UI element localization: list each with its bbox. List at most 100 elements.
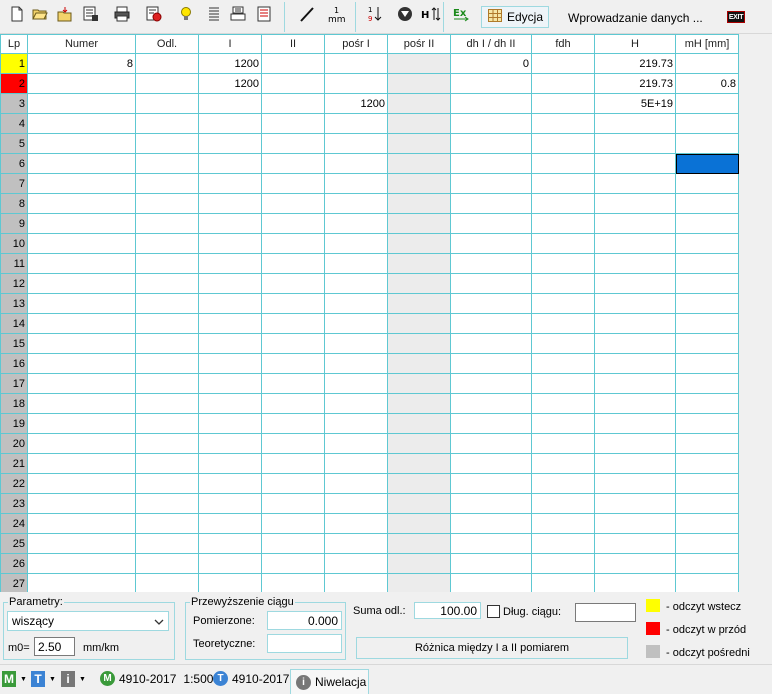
cell-dh[interactable]: [450, 373, 532, 394]
cell-odl[interactable]: [135, 153, 199, 174]
cell-posr1[interactable]: [324, 533, 388, 554]
map-m-item[interactable]: M 4910-2017 1:500: [100, 671, 213, 686]
open-folder-icon[interactable]: [31, 5, 49, 23]
cell-fdh[interactable]: [531, 433, 595, 454]
cell-numer[interactable]: [27, 533, 136, 554]
cell-numer[interactable]: [27, 293, 136, 314]
cell-fdh[interactable]: [531, 553, 595, 574]
row-number-cell[interactable]: 6: [0, 153, 28, 174]
cell-i[interactable]: [198, 493, 262, 514]
export-red-icon[interactable]: [145, 5, 163, 23]
cell-i[interactable]: 1200: [198, 53, 262, 74]
cell-posr1[interactable]: [324, 293, 388, 314]
cell-ii[interactable]: [261, 93, 325, 114]
cell-posr2[interactable]: [387, 333, 451, 354]
cell-ii[interactable]: [261, 253, 325, 274]
cell-h[interactable]: 219.73: [594, 73, 676, 94]
cell-posr1[interactable]: [324, 353, 388, 374]
cell-posr2[interactable]: [387, 253, 451, 274]
cell-numer[interactable]: [27, 73, 136, 94]
cell-fdh[interactable]: [531, 353, 595, 374]
cell-h[interactable]: [594, 453, 676, 474]
cell-i[interactable]: [198, 473, 262, 494]
cell-fdh[interactable]: [531, 333, 595, 354]
row-number-cell[interactable]: 13: [0, 293, 28, 314]
cell-posr2[interactable]: [387, 193, 451, 214]
cell-h[interactable]: [594, 313, 676, 334]
cell-h[interactable]: [594, 573, 676, 592]
import-folder-icon[interactable]: [56, 5, 74, 23]
cell-numer[interactable]: [27, 133, 136, 154]
cell-odl[interactable]: [135, 53, 199, 74]
cell-odl[interactable]: [135, 93, 199, 114]
print-icon[interactable]: [113, 5, 131, 23]
cell-numer[interactable]: [27, 433, 136, 454]
cell-posr2[interactable]: [387, 393, 451, 414]
cell-h[interactable]: [594, 293, 676, 314]
cell-posr2[interactable]: [387, 133, 451, 154]
cell-posr1[interactable]: [324, 193, 388, 214]
cell-mh[interactable]: [675, 333, 739, 354]
row-number-cell[interactable]: 20: [0, 433, 28, 454]
cell-mh[interactable]: [675, 93, 739, 114]
cell-fdh[interactable]: [531, 273, 595, 294]
cell-posr2[interactable]: [387, 353, 451, 374]
cell-numer[interactable]: [27, 493, 136, 514]
cell-posr2[interactable]: [387, 273, 451, 294]
cell-posr1[interactable]: [324, 53, 388, 74]
dlug-ciagu-input[interactable]: [575, 603, 636, 622]
column-header[interactable]: Odl.: [135, 34, 199, 54]
exit-button[interactable]: EXIT: [727, 11, 745, 23]
cell-numer[interactable]: [27, 553, 136, 574]
cell-numer[interactable]: [27, 273, 136, 294]
cell-ii[interactable]: [261, 373, 325, 394]
cell-odl[interactable]: [135, 173, 199, 194]
cell-mh[interactable]: [675, 493, 739, 514]
cell-mh[interactable]: [675, 273, 739, 294]
cell-i[interactable]: [198, 193, 262, 214]
cell-odl[interactable]: [135, 273, 199, 294]
cell-i[interactable]: [198, 513, 262, 534]
cell-ii[interactable]: [261, 553, 325, 574]
print-preview-icon[interactable]: [229, 5, 247, 23]
row-number-cell[interactable]: 18: [0, 393, 28, 414]
cell-h[interactable]: [594, 173, 676, 194]
cell-ii[interactable]: [261, 413, 325, 434]
cell-posr1[interactable]: [324, 113, 388, 134]
cell-mh[interactable]: [675, 433, 739, 454]
cell-posr2[interactable]: [387, 73, 451, 94]
cell-ii[interactable]: [261, 233, 325, 254]
cell-mh[interactable]: [675, 313, 739, 334]
cell-i[interactable]: [198, 573, 262, 592]
cell-dh[interactable]: [450, 473, 532, 494]
cell-dh[interactable]: [450, 193, 532, 214]
column-header[interactable]: fdh: [531, 34, 595, 54]
cell-posr1[interactable]: [324, 433, 388, 454]
cell-odl[interactable]: [135, 353, 199, 374]
row-number-cell[interactable]: 27: [0, 573, 28, 592]
cell-dh[interactable]: 0: [450, 53, 532, 74]
cell-h[interactable]: [594, 253, 676, 274]
cell-odl[interactable]: [135, 333, 199, 354]
cell-mh[interactable]: [675, 553, 739, 574]
row-number-cell[interactable]: 14: [0, 313, 28, 334]
cell-fdh[interactable]: [531, 293, 595, 314]
cell-odl[interactable]: [135, 113, 199, 134]
cell-ii[interactable]: [261, 353, 325, 374]
cell-numer[interactable]: [27, 393, 136, 414]
cell-ii[interactable]: [261, 533, 325, 554]
roznica-button[interactable]: Różnica między I a II pomiarem: [356, 637, 628, 659]
cell-fdh[interactable]: [531, 533, 595, 554]
row-number-cell[interactable]: 22: [0, 473, 28, 494]
cell-numer[interactable]: [27, 93, 136, 114]
cell-posr2[interactable]: [387, 513, 451, 534]
column-header[interactable]: Numer: [27, 34, 136, 54]
cell-posr1[interactable]: 1200: [324, 93, 388, 114]
column-header[interactable]: pośr I: [324, 34, 388, 54]
cell-mh[interactable]: [675, 353, 739, 374]
row-number-cell[interactable]: 12: [0, 273, 28, 294]
cell-h[interactable]: [594, 493, 676, 514]
cell-numer[interactable]: [27, 573, 136, 592]
cell-ii[interactable]: [261, 173, 325, 194]
cell-ii[interactable]: [261, 113, 325, 134]
